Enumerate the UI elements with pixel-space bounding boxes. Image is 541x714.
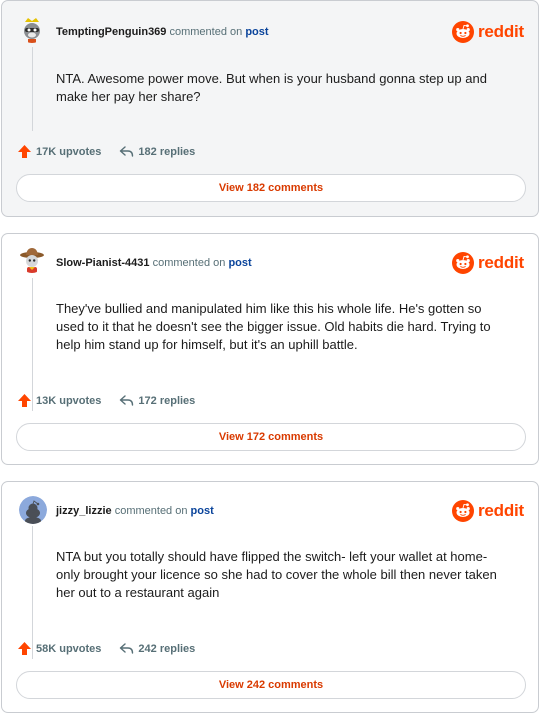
action-text: commented on [152, 257, 226, 269]
reply-count: 172 replies [138, 394, 196, 407]
username-link[interactable]: TemptingPenguin369 [56, 26, 166, 38]
thread-line [32, 526, 33, 659]
upvote-button[interactable]: 58K upvotes [17, 641, 101, 656]
view-comments-button[interactable]: View 242 comments [16, 671, 526, 699]
comment-actions: 58K upvotes 242 replies [17, 641, 195, 656]
reddit-logo[interactable]: reddit [451, 251, 524, 275]
username-link[interactable]: jizzy_lizzie [56, 505, 112, 517]
reddit-logo[interactable]: reddit [451, 499, 524, 523]
snoo-raccoon-avatar-icon[interactable] [19, 17, 45, 43]
upvote-arrow-icon [18, 145, 31, 158]
default-snoo-avatar-icon[interactable] [19, 496, 47, 524]
reddit-snoo-icon [451, 252, 474, 274]
comment-body: NTA but you totally should have flipped … [56, 549, 497, 600]
reddit-snoo-icon [451, 500, 474, 522]
action-text: commented on [169, 26, 243, 38]
post-link[interactable]: post [245, 26, 268, 38]
comment-body: NTA. Awesome power move. But when is you… [56, 71, 487, 104]
comment-byline: jizzy_lizzie commented on post [56, 505, 214, 517]
view-comments-button[interactable]: View 182 comments [16, 174, 526, 202]
reddit-wordmark: reddit [477, 22, 524, 41]
post-link[interactable]: post [228, 257, 251, 269]
post-link[interactable]: post [191, 505, 214, 517]
comment-byline: TemptingPenguin369 commented on post [56, 26, 269, 38]
upvote-count: 58K upvotes [36, 642, 102, 655]
comment-actions: 17K upvotes 182 replies [17, 144, 195, 159]
upvote-arrow-icon [18, 642, 31, 655]
thread-line [32, 47, 33, 131]
reply-arrow-icon [120, 643, 134, 654]
upvote-count: 13K upvotes [36, 394, 102, 407]
upvote-arrow-icon [18, 394, 31, 407]
snoo-cowboy-avatar-icon[interactable] [19, 247, 45, 273]
upvote-button[interactable]: 13K upvotes [17, 393, 101, 408]
upvote-button[interactable]: 17K upvotes [17, 144, 101, 159]
reddit-wordmark: reddit [477, 253, 524, 272]
reply-arrow-icon [120, 146, 134, 157]
thread-line [32, 278, 33, 411]
reddit-snoo-icon [451, 21, 474, 43]
comment-actions: 13K upvotes 172 replies [17, 393, 195, 408]
comment-card[interactable]: jizzy_lizzie commented on post reddit NT… [1, 481, 539, 713]
comment-card[interactable]: TemptingPenguin369 commented on post red… [1, 0, 539, 217]
reply-count: 182 replies [138, 145, 196, 158]
replies-button[interactable]: 242 replies [119, 642, 195, 655]
replies-button[interactable]: 182 replies [119, 145, 195, 158]
upvote-count: 17K upvotes [36, 145, 102, 158]
comment-byline: Slow-Pianist-4431 commented on post [56, 257, 252, 269]
reddit-logo[interactable]: reddit [451, 20, 524, 44]
reply-arrow-icon [120, 395, 134, 406]
username-link[interactable]: Slow-Pianist-4431 [56, 257, 150, 269]
reply-count: 242 replies [138, 642, 196, 655]
comment-body: They've bullied and manipulated him like… [56, 301, 491, 352]
reddit-wordmark: reddit [477, 501, 524, 520]
replies-button[interactable]: 172 replies [119, 394, 195, 407]
view-comments-button[interactable]: View 172 comments [16, 423, 526, 451]
action-text: commented on [114, 505, 188, 517]
comment-card[interactable]: Slow-Pianist-4431 commented on post redd… [1, 233, 539, 465]
